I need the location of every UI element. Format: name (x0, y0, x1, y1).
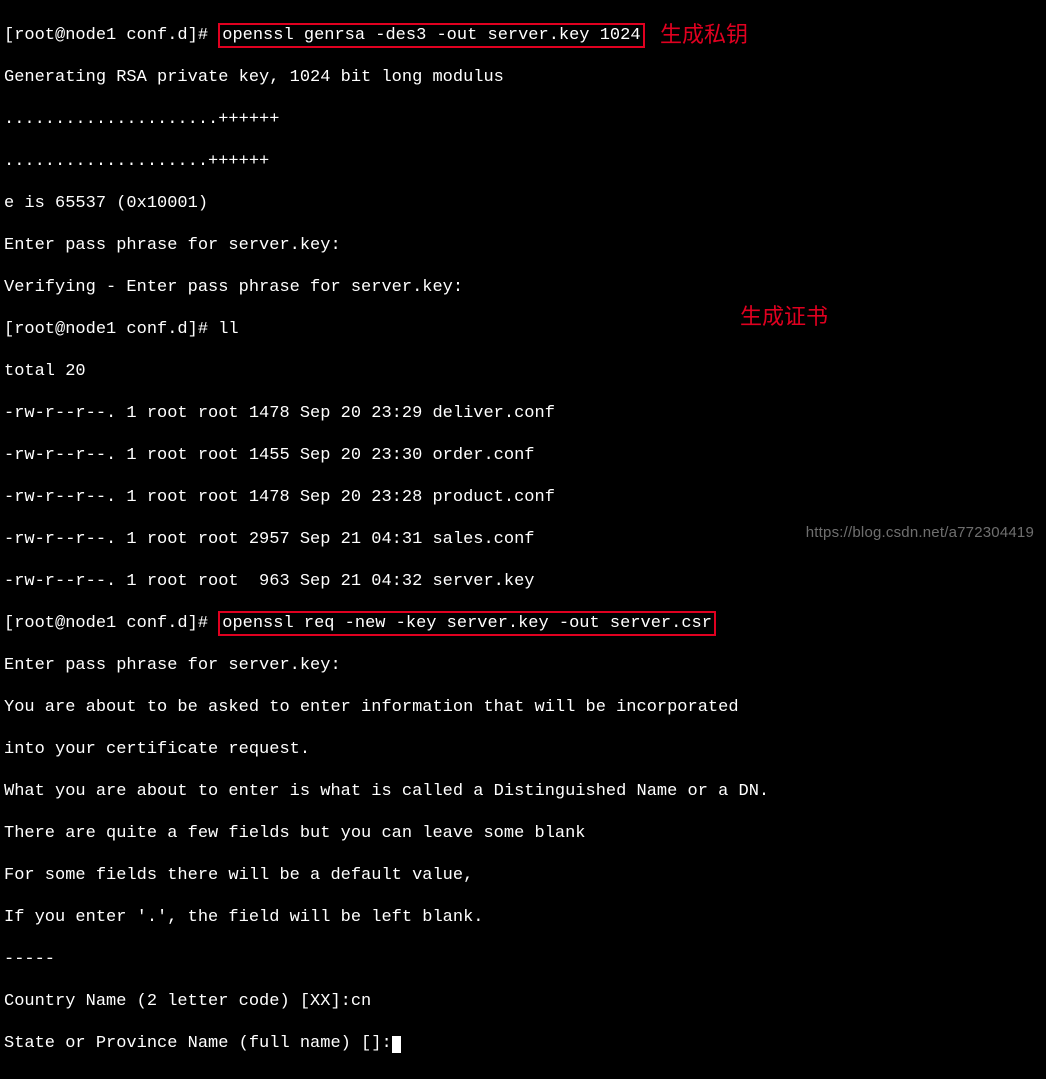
output-line: into your certificate request. (4, 739, 1042, 760)
prompt-line-3: [root@node1 conf.d]# openssl req -new -k… (4, 613, 1042, 634)
output-line: There are quite a few fields but you can… (4, 823, 1042, 844)
output-line: Enter pass phrase for server.key: (4, 235, 1042, 256)
output-line: You are about to be asked to enter infor… (4, 697, 1042, 718)
output-line: For some fields there will be a default … (4, 865, 1042, 886)
output-line: total 20 (4, 361, 1042, 382)
cursor-icon (392, 1036, 401, 1053)
prompt-line-2: [root@node1 conf.d]# ll (4, 319, 1042, 340)
state-prompt: State or Province Name (full name) []: (4, 1034, 392, 1053)
watermark-text: https://blog.csdn.net/a772304419 (806, 522, 1034, 543)
output-line: Country Name (2 letter code) [XX]:cn (4, 991, 1042, 1012)
output-line: e is 65537 (0x10001) (4, 193, 1042, 214)
output-line: Generating RSA private key, 1024 bit lon… (4, 67, 1042, 88)
output-line: .....................++++++ (4, 109, 1042, 130)
ls-row: -rw-r--r--. 1 root root 963 Sep 21 04:32… (4, 571, 1042, 592)
highlighted-command-2: openssl req -new -key server.key -out se… (218, 611, 716, 636)
ls-row: -rw-r--r--. 1 root root 1478 Sep 20 23:2… (4, 403, 1042, 424)
input-line[interactable]: State or Province Name (full name) []: (4, 1033, 1042, 1054)
prompt-line-1: [root@node1 conf.d]# openssl genrsa -des… (4, 25, 1042, 46)
ls-row: -rw-r--r--. 1 root root 1478 Sep 20 23:2… (4, 487, 1042, 508)
shell-prompt: [root@node1 conf.d]# (4, 26, 218, 45)
annotation-generate-private-key: 生成私钥 (660, 24, 748, 45)
output-line: If you enter '.', the field will be left… (4, 907, 1042, 928)
shell-prompt: [root@node1 conf.d]# (4, 614, 218, 633)
output-line: Verifying - Enter pass phrase for server… (4, 277, 1042, 298)
output-line: What you are about to enter is what is c… (4, 781, 1042, 802)
ls-row: -rw-r--r--. 1 root root 1455 Sep 20 23:3… (4, 445, 1042, 466)
output-line: ----- (4, 949, 1042, 970)
output-line: ....................++++++ (4, 151, 1042, 172)
annotation-generate-certificate: 生成证书 (740, 306, 828, 327)
highlighted-command-1: openssl genrsa -des3 -out server.key 102… (218, 23, 644, 48)
output-line: Enter pass phrase for server.key: (4, 655, 1042, 676)
